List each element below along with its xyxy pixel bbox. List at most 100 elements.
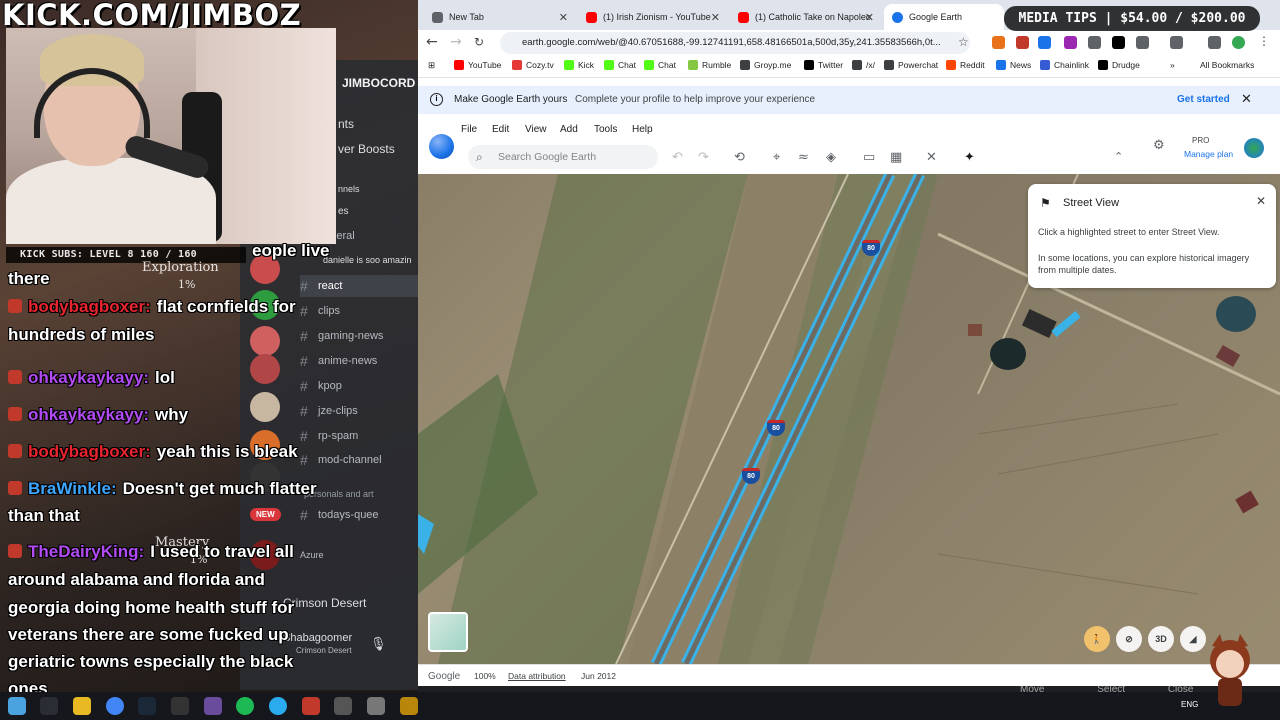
compass-icon[interactable]: ⊘ — [1116, 626, 1142, 652]
measure-icon[interactable]: ▭ — [863, 150, 875, 165]
bookmark-item[interactable]: Drudge — [1098, 60, 1140, 70]
extension-icon[interactable] — [1038, 36, 1051, 49]
chevron-up-icon[interactable]: ⌃ — [1114, 150, 1123, 163]
close-icon[interactable]: ✕ — [1256, 194, 1266, 208]
task-view-icon[interactable] — [40, 697, 58, 715]
tools-icon[interactable]: ✕ — [926, 150, 937, 165]
bookmark-item[interactable]: Rumble — [688, 60, 731, 70]
voice-user[interactable]: Crimson Desert — [283, 596, 366, 610]
map-style-thumbnail[interactable] — [428, 612, 468, 652]
bookmark-item[interactable]: Chainlink — [1040, 60, 1089, 70]
chat-username[interactable]: bodybagboxer: — [28, 297, 151, 316]
server-icon[interactable] — [250, 326, 280, 356]
channel-jze-clips[interactable]: # jze-clips — [300, 400, 418, 422]
data-attribution-link[interactable]: Data attribution — [508, 671, 566, 681]
telegram-icon[interactable] — [269, 697, 287, 715]
manage-plan-link[interactable]: Manage plan — [1184, 149, 1233, 159]
extension-icon[interactable] — [992, 36, 1005, 49]
bookmark-item[interactable]: Kick — [564, 60, 594, 70]
app-icon[interactable] — [171, 697, 189, 715]
app-icon[interactable] — [334, 697, 352, 715]
menu-icon[interactable] — [1208, 36, 1221, 49]
extensions-puzzle-icon[interactable] — [1136, 36, 1149, 49]
forward-icon[interactable]: → — [450, 34, 462, 50]
server-icon[interactable] — [250, 392, 280, 422]
windows-start-icon[interactable] — [8, 697, 26, 715]
close-icon[interactable]: ✕ — [865, 11, 874, 24]
bookmark-item[interactable]: Groyp.me — [740, 60, 791, 70]
bookmark-item[interactable]: News — [996, 60, 1031, 70]
bookmark-item[interactable]: Chat — [604, 60, 636, 70]
server-icon[interactable] — [250, 354, 280, 384]
bookmark-star-icon[interactable]: ☆ — [958, 35, 969, 49]
path-icon[interactable]: ≈ — [798, 150, 809, 165]
3d-toggle-button[interactable]: 3D — [1148, 626, 1174, 652]
layers-icon[interactable]: ◈ — [826, 150, 836, 165]
bookmark-item[interactable]: Cozy.tv — [512, 60, 554, 70]
channel-kpop[interactable]: # kpop — [300, 375, 418, 397]
search-input[interactable]: Search Google Earth — [468, 145, 658, 169]
all-bookmarks-link[interactable]: All Bookmarks — [1200, 60, 1254, 70]
close-icon[interactable]: ✕ — [711, 11, 720, 24]
chat-username[interactable]: ohkaykaykayy: — [28, 405, 149, 424]
app-icon[interactable] — [400, 697, 418, 715]
extension-icon[interactable] — [1112, 36, 1125, 49]
placemark-icon[interactable]: ⌖ — [773, 150, 780, 165]
profile-avatar-icon[interactable] — [1232, 36, 1245, 49]
mic-icon[interactable]: 🎙 — [370, 636, 387, 652]
bookmark-item[interactable]: /x/ — [852, 60, 875, 70]
extension-icon[interactable] — [1088, 36, 1101, 49]
obs-icon[interactable] — [204, 697, 222, 715]
more-menu-icon[interactable]: ⋮ — [1258, 34, 1270, 48]
channel-anime-news[interactable]: # anime-news — [300, 350, 418, 372]
chevron-more-icon[interactable]: » — [1170, 60, 1175, 70]
channel-react[interactable]: # react — [300, 275, 418, 297]
channel-gaming-news[interactable]: # gaming-news — [300, 325, 418, 347]
google-earth-logo-icon[interactable] — [429, 134, 454, 159]
menu-tools[interactable]: Tools — [594, 124, 617, 135]
pegman-icon[interactable]: 🚶 — [1084, 626, 1110, 652]
tab-youtube-2[interactable]: (1) Catholic Take on Napoleo ✕ — [730, 4, 882, 30]
spotify-icon[interactable] — [236, 697, 254, 715]
app-icon[interactable] — [302, 697, 320, 715]
tab-google-earth[interactable]: Google Earth — [884, 4, 1004, 30]
menu-add[interactable]: Add — [560, 124, 578, 135]
chrome-icon[interactable] — [106, 697, 124, 715]
file-explorer-icon[interactable] — [73, 697, 91, 715]
get-started-button[interactable]: Get started — [1177, 94, 1230, 105]
menu-help[interactable]: Help — [632, 124, 653, 135]
chat-username[interactable]: bodybagboxer: — [28, 442, 151, 461]
side-panel-icon[interactable] — [1170, 36, 1183, 49]
system-tray-language[interactable]: ENG — [1181, 700, 1198, 709]
self-username[interactable]: Shabagoomer — [283, 632, 352, 644]
bookmark-item[interactable]: Powerchat — [884, 60, 938, 70]
back-icon[interactable]: ← — [426, 34, 438, 50]
address-bar[interactable]: earth.google.com/web/@40.67051688,-99.12… — [500, 32, 970, 54]
apps-grid-icon[interactable]: ⊞ — [428, 60, 435, 71]
menu-view[interactable]: View — [525, 124, 547, 135]
tab-new-tab[interactable]: New Tab ✕ — [424, 4, 576, 30]
chat-username[interactable]: TheDairyKing: — [28, 542, 144, 561]
menu-file[interactable]: File — [461, 124, 477, 135]
extension-icon[interactable] — [1064, 36, 1077, 49]
history-icon[interactable]: ⟲ — [734, 150, 745, 165]
undo-icon[interactable]: ↶ — [672, 150, 683, 165]
gemini-sparkle-icon[interactable]: ✦ — [964, 150, 975, 165]
bookmark-item[interactable]: Reddit — [946, 60, 985, 70]
close-icon[interactable]: ✕ — [1241, 92, 1252, 107]
chat-username[interactable]: BraWinkle: — [28, 479, 117, 498]
bookmark-item[interactable]: Chat — [644, 60, 676, 70]
channel-rp-spam[interactable]: # rp-spam — [300, 425, 418, 447]
channel-mod-channel[interactable]: # mod-channel — [300, 449, 418, 471]
steam-icon[interactable] — [138, 697, 156, 715]
channel-clips[interactable]: # clips — [300, 300, 418, 322]
menu-edit[interactable]: Edit — [492, 124, 509, 135]
channel-todays-quee[interactable]: # todays-quee — [300, 504, 418, 526]
redo-icon[interactable]: ↷ — [698, 150, 709, 165]
settings-gear-icon[interactable]: ⚙ — [1153, 138, 1165, 153]
tab-youtube-1[interactable]: (1) Irish Zionism - YouTube ✕ — [578, 4, 728, 30]
reload-icon[interactable]: ↻ — [474, 35, 484, 49]
profile-avatar[interactable] — [1244, 138, 1264, 158]
bookmark-item[interactable]: YouTube — [454, 60, 501, 70]
screenshot-icon[interactable]: ▦ — [890, 150, 902, 165]
